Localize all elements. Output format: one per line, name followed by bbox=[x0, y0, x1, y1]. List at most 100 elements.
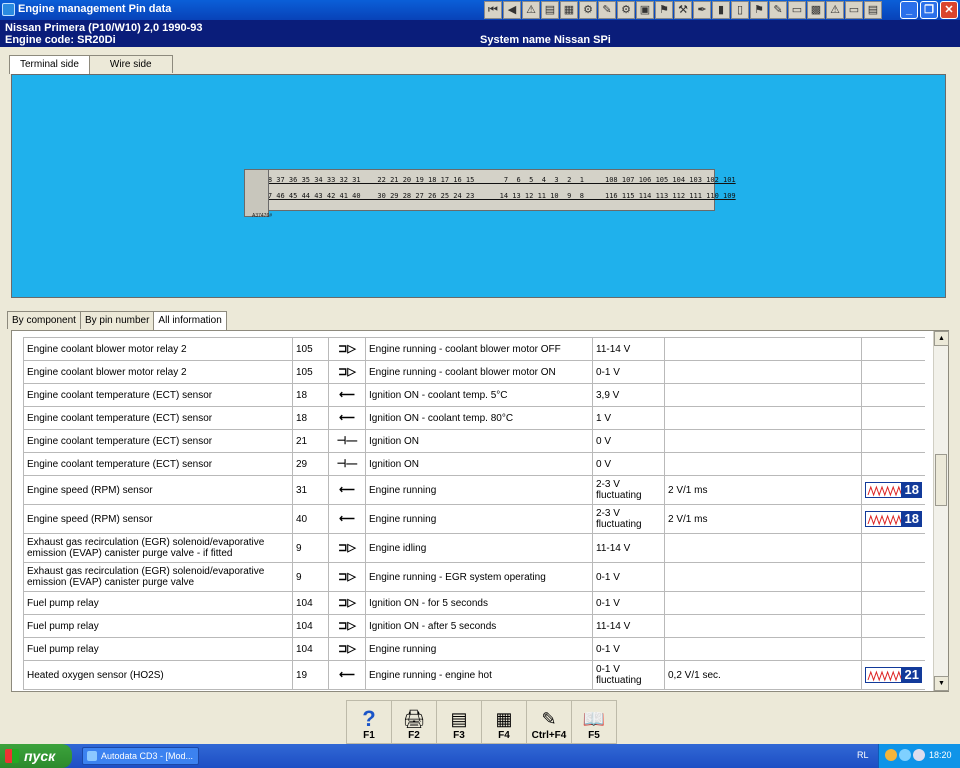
fkey-f4-button[interactable]: ▦ F4 bbox=[481, 700, 527, 744]
signal-in-icon: ⟵ bbox=[339, 411, 355, 424]
component-cell: Heated oxygen sensor (HO2S) bbox=[23, 660, 293, 690]
signal-out-icon: ⊐▷ bbox=[338, 619, 356, 632]
signal-in-icon: ⟵ bbox=[339, 388, 355, 401]
flag-icon[interactable]: ⚑ bbox=[655, 1, 673, 19]
fkey-label: F4 bbox=[498, 730, 510, 741]
signal-out-icon: ⊐▷ bbox=[338, 596, 356, 609]
minimize-icon[interactable]: _ bbox=[900, 1, 918, 19]
car2-icon[interactable]: ▭ bbox=[845, 1, 863, 19]
start-button[interactable]: пуск bbox=[0, 744, 72, 768]
tab-terminal-side[interactable]: Terminal side bbox=[9, 55, 90, 74]
tab-by-pin-number[interactable]: By pin number bbox=[79, 311, 155, 329]
window-title: Engine management Pin data bbox=[18, 3, 172, 15]
value-cell: 1 V bbox=[592, 406, 665, 430]
table-row[interactable]: Engine coolant temperature (ECT) sensor 1… bbox=[23, 406, 925, 430]
table-row[interactable]: Engine speed (RPM) sensor 31 ⟵ Engine runni… bbox=[23, 475, 925, 505]
tray-icon[interactable] bbox=[885, 749, 897, 761]
pin-number-cell: 40 bbox=[292, 504, 329, 534]
measurement-cell bbox=[664, 614, 862, 638]
table-row[interactable]: Exhaust gas recirculation (EGR) solenoid… bbox=[23, 562, 925, 592]
value-cell: 2-3 V fluctuating bbox=[592, 475, 665, 505]
table-row[interactable]: Fuel pump relay 104 ⊐▷ Ignition ON - for 5 … bbox=[23, 591, 925, 615]
tool2-icon[interactable]: ⚒ bbox=[674, 1, 692, 19]
language-indicator[interactable]: RL bbox=[857, 750, 869, 760]
chart-icon[interactable]: ▦ bbox=[560, 1, 578, 19]
table-row[interactable]: Engine coolant blower motor relay 2 105 ⊐▷… bbox=[23, 337, 925, 361]
waveform-button[interactable]: 18 bbox=[865, 482, 922, 498]
car-icon[interactable]: ▭ bbox=[788, 1, 806, 19]
table-row[interactable]: Engine coolant temperature (ECT) sensor 2… bbox=[23, 429, 925, 453]
component-cell: Exhaust gas recirculation (EGR) solenoid… bbox=[23, 533, 293, 563]
pen-icon[interactable]: ✒ bbox=[693, 1, 711, 19]
direction-cell: ⟵ bbox=[328, 383, 366, 407]
tool3-icon[interactable]: ⚑ bbox=[750, 1, 768, 19]
volume-icon[interactable] bbox=[913, 749, 925, 761]
value-cell: 0-1 V bbox=[592, 360, 665, 384]
fkey-f1-button[interactable]: ? F1 bbox=[346, 700, 392, 744]
direction-cell: ⊣― bbox=[328, 452, 366, 476]
map-icon[interactable]: ▩ bbox=[807, 1, 825, 19]
scroll-thumb[interactable] bbox=[935, 454, 947, 506]
table-row[interactable]: Fuel pump relay 104 ⊐▷ Ignition ON - after … bbox=[23, 614, 925, 638]
signal-ground-icon: ⊣― bbox=[336, 434, 358, 447]
fkey-label: F3 bbox=[453, 730, 465, 741]
tray-icon[interactable] bbox=[899, 749, 911, 761]
tab-by-component[interactable]: By component bbox=[7, 311, 81, 329]
condition-cell: Engine idling bbox=[365, 533, 593, 563]
scroll-up-icon[interactable]: ▲ bbox=[934, 331, 949, 346]
book-icon[interactable]: ▯ bbox=[731, 1, 749, 19]
measurement-cell bbox=[664, 383, 862, 407]
vertical-scrollbar[interactable]: ▲ ▼ bbox=[933, 331, 949, 691]
table-row[interactable]: Exhaust gas recirculation (EGR) solenoid… bbox=[23, 533, 925, 563]
view-tabs: Terminal side Wire side bbox=[9, 55, 173, 74]
prev-icon[interactable]: ◀ bbox=[503, 1, 521, 19]
close-icon[interactable]: ✕ bbox=[940, 1, 958, 19]
tab-wire-side[interactable]: Wire side bbox=[88, 55, 173, 73]
measurement-cell bbox=[664, 637, 862, 661]
alert-icon[interactable]: ⚠ bbox=[826, 1, 844, 19]
restore-icon[interactable]: ❐ bbox=[920, 1, 938, 19]
pin-number-cell: 9 bbox=[292, 562, 329, 592]
pin-number-cell: 104 bbox=[292, 591, 329, 615]
warning-icon[interactable]: ⚠ bbox=[522, 1, 540, 19]
settings-icon[interactable]: ⚙ bbox=[617, 1, 635, 19]
fkey-f3-button[interactable]: ▤ F3 bbox=[436, 700, 482, 744]
taskbar-item-autodata[interactable]: Autodata CD3 - [Mod... bbox=[82, 747, 199, 765]
waveform-cell bbox=[861, 337, 925, 361]
component-cell: Fuel pump relay bbox=[23, 591, 293, 615]
waveform-button[interactable]: 21 bbox=[865, 667, 922, 683]
signal-out-icon: ⊐▷ bbox=[338, 365, 356, 378]
direction-cell: ⊐▷ bbox=[328, 591, 366, 615]
waveform-button[interactable]: 18 bbox=[865, 511, 922, 527]
signal-ground-icon: ⊣― bbox=[336, 457, 358, 470]
tab-all-information[interactable]: All information bbox=[153, 311, 227, 330]
waveform-cell bbox=[861, 533, 925, 563]
first-icon[interactable]: ⏮ bbox=[484, 1, 502, 19]
table-row[interactable]: Fuel pump relay 104 ⊐▷ Engine running 0-1 V bbox=[23, 637, 925, 661]
print-icon[interactable]: ▤ bbox=[864, 1, 882, 19]
table-row[interactable]: Engine coolant temperature (ECT) sensor 2… bbox=[23, 452, 925, 476]
table-row[interactable]: Engine coolant blower motor relay 2 105 ⊐▷… bbox=[23, 360, 925, 384]
table-row[interactable]: Engine speed (RPM) sensor 40 ⟵ Engine runni… bbox=[23, 504, 925, 534]
direction-cell: ⟵ bbox=[328, 660, 366, 690]
signal-in-icon: ⟵ bbox=[339, 668, 355, 681]
gear-icon[interactable]: ⚙ bbox=[579, 1, 597, 19]
waveform-cell: 18 bbox=[861, 475, 925, 505]
waveform-icon bbox=[865, 482, 902, 498]
tool-icon[interactable]: ✎ bbox=[598, 1, 616, 19]
component-cell: Engine coolant temperature (ECT) sensor bbox=[23, 383, 293, 407]
value-cell: 0-1 V bbox=[592, 591, 665, 615]
doc-icon[interactable]: ▤ bbox=[541, 1, 559, 19]
table-row[interactable]: Engine coolant temperature (ECT) sensor 1… bbox=[23, 383, 925, 407]
id-icon[interactable]: ▣ bbox=[636, 1, 654, 19]
measurement-cell bbox=[664, 337, 862, 361]
bag-icon[interactable]: ▮ bbox=[712, 1, 730, 19]
component-cell: Engine speed (RPM) sensor bbox=[23, 475, 293, 505]
fkey-f5-button[interactable]: 📖 F5 bbox=[571, 700, 617, 744]
tool4-icon[interactable]: ✎ bbox=[769, 1, 787, 19]
fkey-label: F1 bbox=[363, 730, 375, 741]
fkey-ctrl-f4-button[interactable]: ✎ Ctrl+F4 bbox=[526, 700, 572, 744]
scroll-down-icon[interactable]: ▼ bbox=[934, 676, 949, 691]
table-row[interactable]: Heated oxygen sensor (HO2S) 19 ⟵ Engine run… bbox=[23, 660, 925, 690]
fkey-f2-button[interactable]: 🖨 F2 bbox=[391, 700, 437, 744]
